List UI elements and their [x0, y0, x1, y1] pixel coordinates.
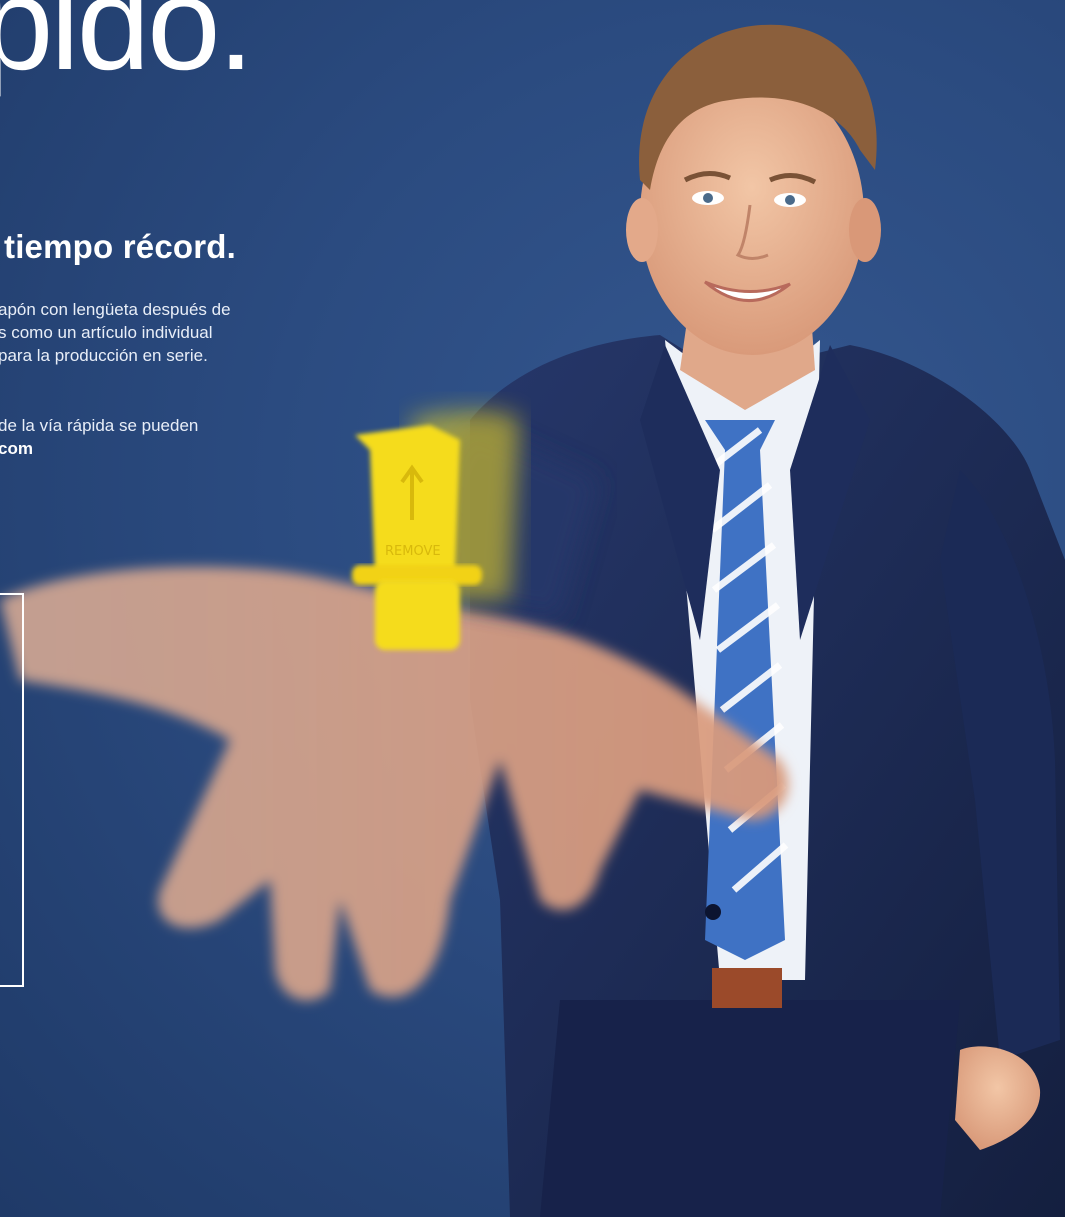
ear-right	[849, 198, 881, 262]
note-paragraph: de la vía rápida se pueden com	[0, 414, 198, 460]
body-line: apón con lengüeta después de	[0, 300, 231, 319]
headline: pido.	[0, 0, 254, 97]
belt	[712, 968, 782, 1008]
hero-photo: REMOVE	[0, 24, 1065, 1217]
note-line: de la vía rápida se pueden	[0, 416, 199, 435]
body-paragraph: apón con lengüeta después de s como un a…	[0, 298, 338, 367]
ad-page: REMOVE pido. tiempo récord. apón con len…	[0, 0, 1065, 1217]
body-line: para la producción en serie.	[0, 346, 208, 365]
website-link[interactable]: com	[0, 437, 198, 460]
trousers	[540, 1000, 960, 1217]
outline-frame	[0, 593, 24, 987]
jacket-button	[705, 904, 721, 920]
product-label: REMOVE	[385, 544, 441, 559]
body-line: s como un artículo individual	[0, 323, 213, 342]
ear-left	[626, 198, 658, 262]
subheadline: tiempo récord.	[4, 228, 237, 265]
